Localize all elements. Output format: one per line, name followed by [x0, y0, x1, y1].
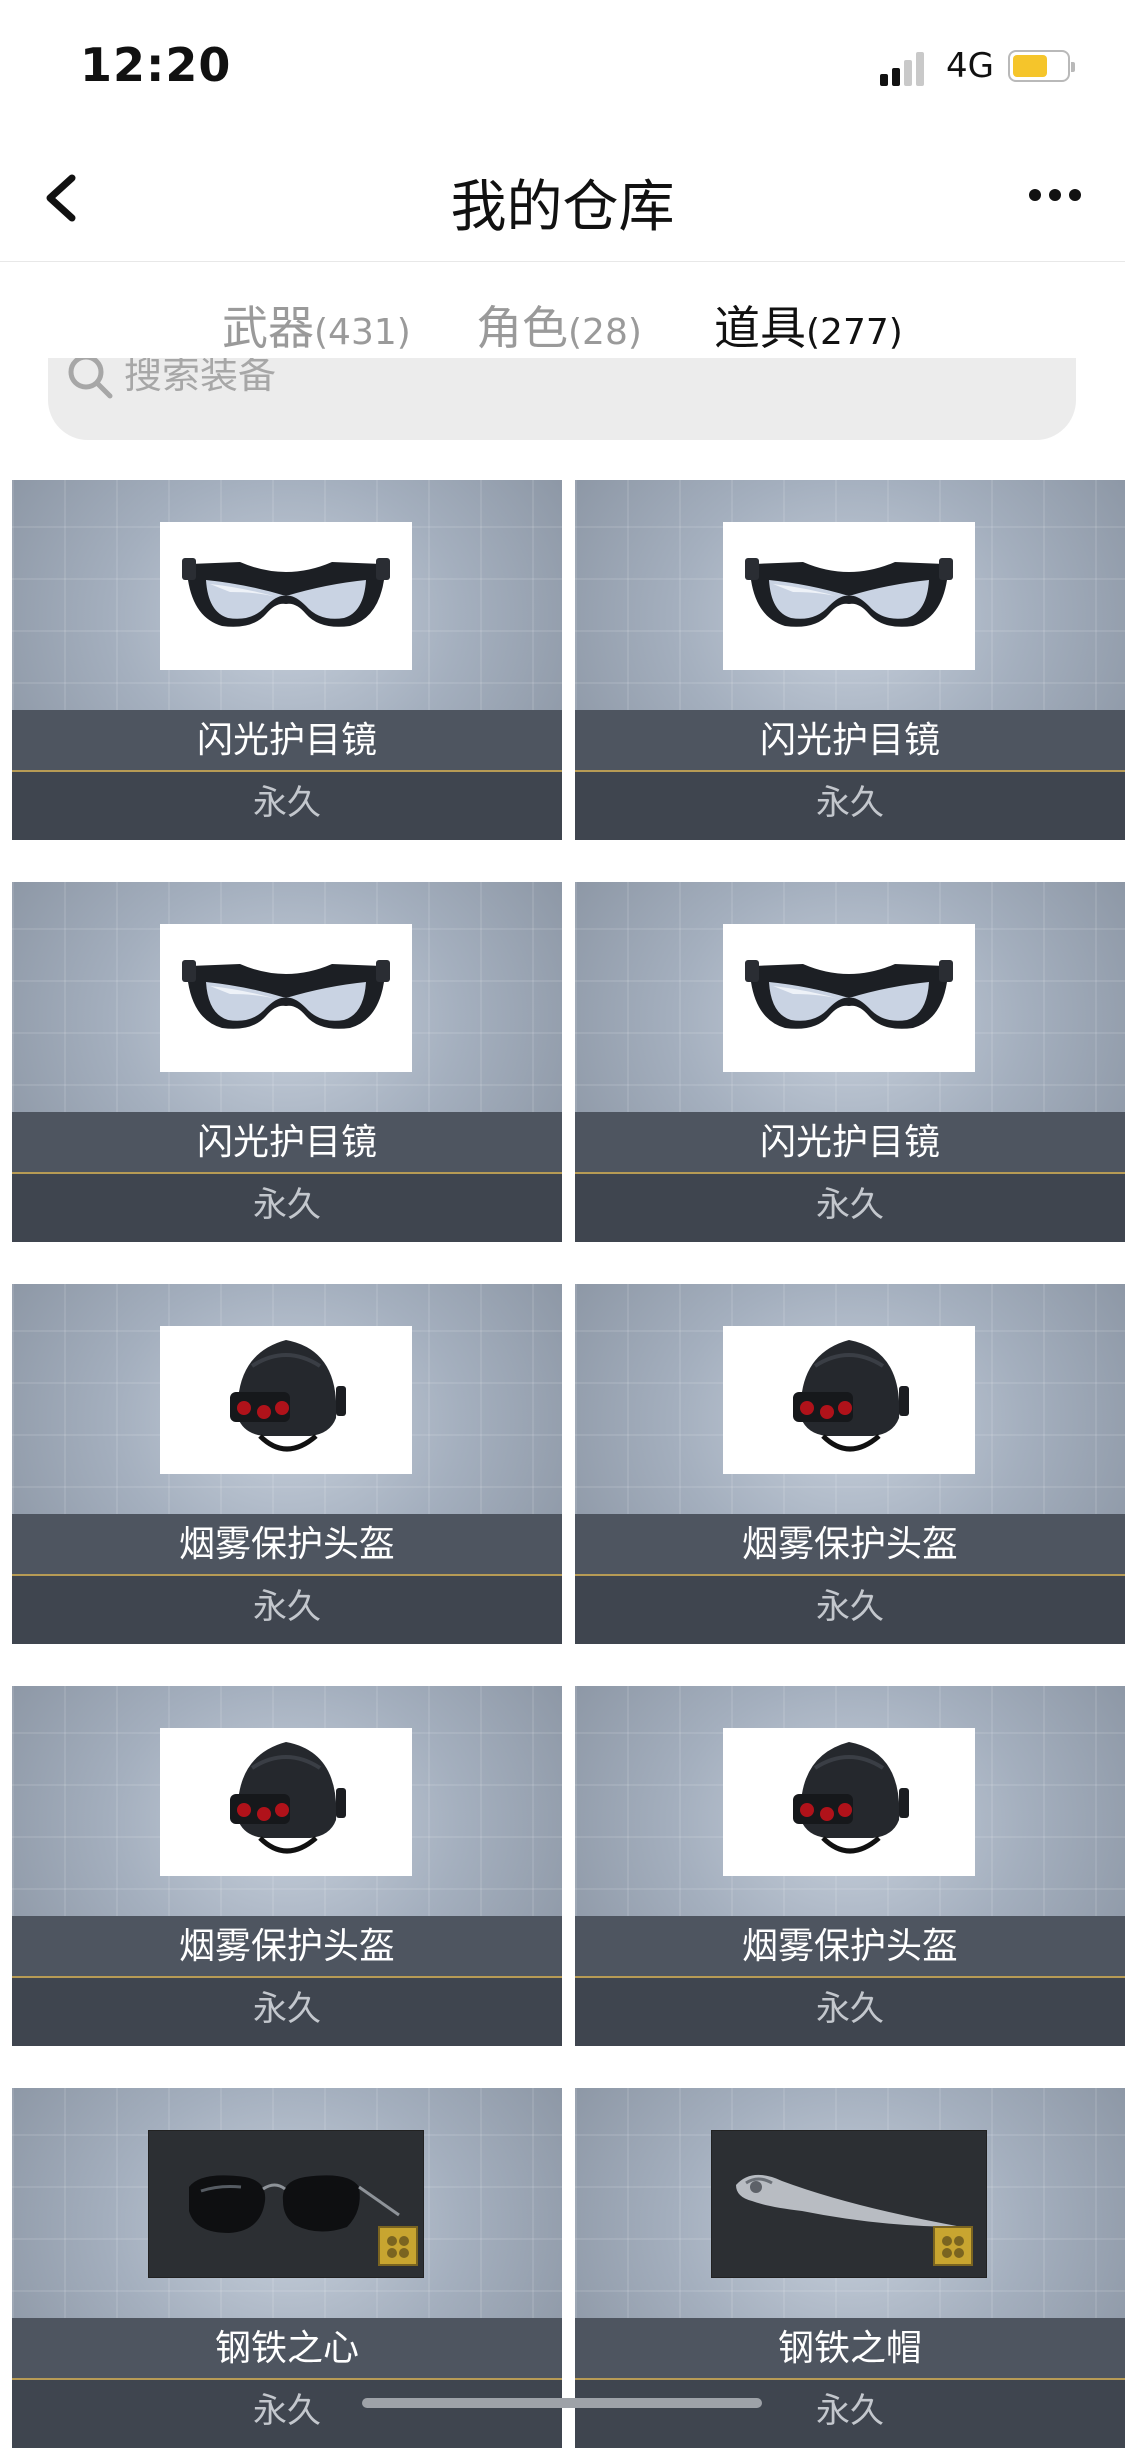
tab-label: 道具	[714, 301, 806, 355]
item-name: 烟雾保护头盔	[12, 1514, 562, 1576]
network-label: 4G	[946, 46, 994, 86]
goggles-icon	[723, 522, 975, 670]
helmet-icon	[160, 1728, 412, 1876]
item-name: 钢铁之心	[12, 2318, 562, 2380]
home-indicator[interactable]	[362, 2398, 762, 2408]
tab-items[interactable]: 道具(277)	[714, 292, 903, 358]
item-name: 烟雾保护头盔	[12, 1916, 562, 1978]
search-icon	[68, 358, 113, 399]
item-duration: 永久	[575, 1576, 1125, 1644]
tab-count: (277)	[806, 312, 903, 353]
item-card[interactable]: 烟雾保护头盔 永久	[12, 1686, 562, 2046]
item-duration: 永久	[575, 1174, 1125, 1242]
tab-count: (431)	[314, 312, 411, 353]
item-name: 闪光护目镜	[575, 710, 1125, 772]
tab-weapons[interactable]: 武器(431)	[222, 292, 411, 358]
tab-label: 角色	[476, 301, 568, 355]
item-card[interactable]: 烟雾保护头盔 永久	[12, 1284, 562, 1644]
item-duration: 永久	[12, 1174, 562, 1242]
item-duration: 永久	[575, 772, 1125, 840]
item-name: 闪光护目镜	[575, 1112, 1125, 1174]
helmet-icon	[723, 1326, 975, 1474]
steel-blade-icon	[711, 2130, 987, 2278]
more-dots-icon[interactable]	[1025, 180, 1085, 210]
item-card[interactable]: 闪光护目镜 永久	[575, 480, 1125, 840]
item-duration: 永久	[12, 1978, 562, 2046]
item-card[interactable]: 烟雾保护头盔 永久	[575, 1686, 1125, 2046]
sunglasses-icon	[148, 2130, 424, 2278]
search-placeholder: 搜索装备	[124, 358, 277, 397]
item-duration: 永久	[12, 1576, 562, 1644]
item-name: 闪光护目镜	[12, 1112, 562, 1174]
item-card[interactable]: 闪光护目镜 永久	[12, 480, 562, 840]
item-name: 烟雾保护头盔	[575, 1916, 1125, 1978]
page-title: 我的仓库	[450, 175, 675, 240]
helmet-icon	[160, 1326, 412, 1474]
item-card[interactable]: 闪光护目镜 永久	[575, 882, 1125, 1242]
item-card[interactable]: 钢铁之帽 永久	[575, 2088, 1125, 2448]
goggles-icon	[160, 522, 412, 670]
item-duration: 永久	[12, 772, 562, 840]
status-time: 12:20	[80, 38, 232, 92]
item-duration: 永久	[575, 1978, 1125, 2046]
tab-characters[interactable]: 角色(28)	[476, 292, 642, 358]
item-name: 钢铁之帽	[575, 2318, 1125, 2380]
item-name: 闪光护目镜	[12, 710, 562, 772]
item-card[interactable]: 闪光护目镜 永久	[12, 882, 562, 1242]
goggles-icon	[160, 924, 412, 1072]
helmet-icon	[723, 1728, 975, 1876]
signal-icon	[880, 52, 924, 86]
item-card[interactable]: 烟雾保护头盔 永久	[575, 1284, 1125, 1644]
item-name: 烟雾保护头盔	[575, 1514, 1125, 1576]
status-bar: 12:20 4G	[0, 0, 1125, 132]
tab-label: 武器	[222, 301, 314, 355]
item-duration: 永久	[575, 2380, 1125, 2448]
item-card[interactable]: 钢铁之心 永久	[12, 2088, 562, 2448]
navigation-bar: 我的仓库	[0, 132, 1125, 262]
item-duration: 永久	[12, 2380, 562, 2448]
goggles-icon	[723, 924, 975, 1072]
tab-count: (28)	[568, 312, 642, 353]
battery-icon	[1008, 50, 1075, 82]
search-input[interactable]: 搜索装备	[48, 358, 1076, 440]
